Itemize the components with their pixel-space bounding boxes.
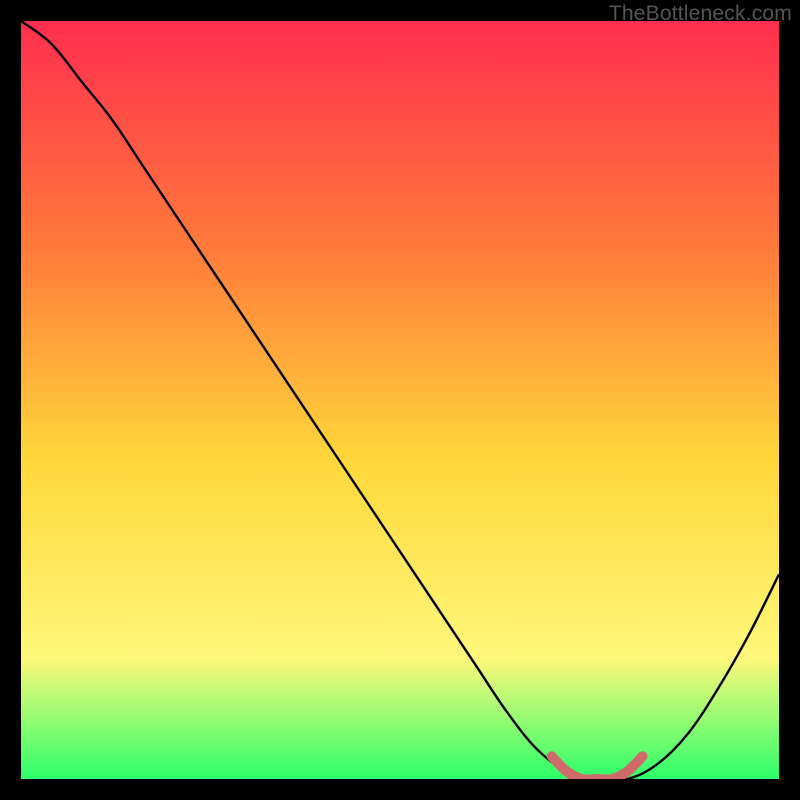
chart-area bbox=[21, 21, 779, 779]
gradient-background bbox=[21, 21, 779, 779]
bottleneck-chart bbox=[21, 21, 779, 779]
watermark-text: TheBottleneck.com bbox=[609, 2, 792, 26]
